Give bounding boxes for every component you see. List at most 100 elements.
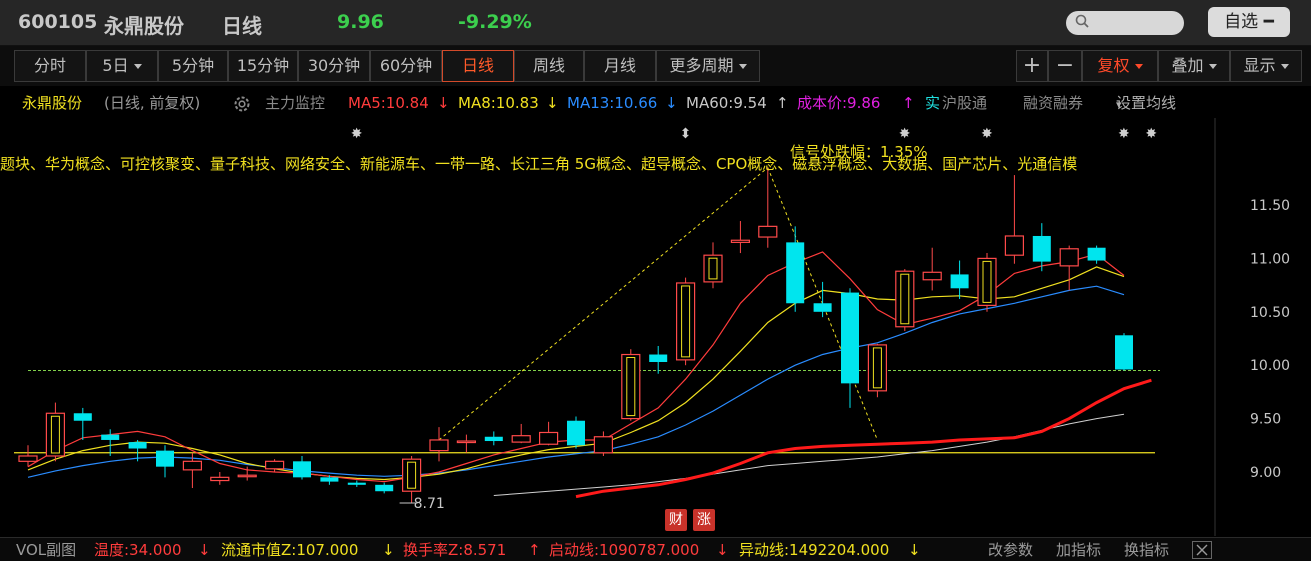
- low-marker-label: 8.71: [414, 496, 445, 512]
- close-icon[interactable]: [1192, 541, 1212, 561]
- arrow-down-icon: ↓: [716, 541, 729, 559]
- set-ma-dropdown[interactable]: 设置均线 ▾: [1116, 88, 1176, 120]
- event-star-icon: ✸: [899, 126, 911, 142]
- candle-down: [813, 303, 832, 312]
- chevron-down-icon: [738, 64, 747, 69]
- candlestick-chart[interactable]: 8.71 ✸ ⬍ ✸ ✸ ✸ ✸ 11.50 11.00 10.50 10.00 9.50 9.00: [0, 118, 1311, 536]
- candle-down: [1115, 335, 1133, 370]
- edit-params-link[interactable]: 改参数: [988, 538, 1033, 561]
- candle-down: [320, 477, 339, 482]
- start-line-value: 启动线:1090787.000: [549, 541, 700, 559]
- main-monitor-link[interactable]: 主力监控: [265, 88, 325, 118]
- search-box[interactable]: [1066, 11, 1184, 35]
- tab-weekly[interactable]: 周线: [514, 50, 584, 82]
- stock-name: 永鼎股份: [104, 14, 184, 38]
- margin-link[interactable]: 融资融券: [1023, 88, 1083, 118]
- price-axis-tick: 9.50: [1250, 412, 1281, 428]
- tab-60min[interactable]: 60分钟: [370, 50, 442, 82]
- price-axis-tick: 11.00: [1250, 251, 1290, 267]
- candle-up: [237, 474, 257, 478]
- price-axis-tick: 10.50: [1250, 305, 1290, 321]
- tab-intraday[interactable]: 分时: [14, 50, 86, 82]
- candle-up: [429, 439, 449, 452]
- arrow-up-icon: ↑: [528, 541, 541, 559]
- candle-up: [867, 344, 888, 392]
- vol-subchart-bar: VOL副图 温度:34.000 ↓ 流通市值Z:107.000 ↓ 换手率Z:8…: [0, 537, 1311, 561]
- switch-indicator-link[interactable]: 换指标: [1124, 538, 1169, 561]
- candle-down: [649, 354, 668, 362]
- candle-up: [402, 458, 422, 492]
- candle-up: [45, 412, 66, 457]
- price-axis-tick: 11.50: [1250, 198, 1290, 214]
- tab-15min[interactable]: 15分钟: [228, 50, 298, 82]
- overlay-dropdown[interactable]: 叠加: [1158, 50, 1230, 82]
- period-label: 日线: [222, 14, 262, 38]
- candle-up: [621, 353, 641, 420]
- candle-down: [1032, 235, 1051, 262]
- ma8-value: MA8:10.83: [458, 94, 539, 112]
- event-star-icon: ⬍: [680, 126, 692, 142]
- arrow-down-icon: ↓: [908, 541, 921, 559]
- zoom-in-button[interactable]: +: [1016, 50, 1048, 82]
- ma60-line: [493, 413, 1125, 496]
- search-icon: [1075, 14, 1089, 28]
- candle-up: [895, 270, 915, 328]
- tab-5min[interactable]: 5分钟: [158, 50, 228, 82]
- set-ma-label: 设置均线: [1116, 94, 1177, 112]
- chevron-down-icon: [1208, 64, 1217, 69]
- finance-badge[interactable]: 财: [665, 509, 687, 531]
- hgt-link[interactable]: 沪股通: [942, 88, 987, 118]
- display-dropdown[interactable]: 显示: [1230, 50, 1302, 82]
- tab-5day[interactable]: 5日: [86, 50, 158, 82]
- last-price: 9.96: [337, 11, 384, 33]
- tab-5day-label: 5日: [102, 56, 129, 75]
- candle-down: [128, 442, 147, 449]
- candle-down: [484, 436, 503, 442]
- tab-30min[interactable]: 30分钟: [298, 50, 370, 82]
- candle-up: [730, 239, 751, 243]
- candle-down: [950, 274, 969, 289]
- arrow-down-icon: ↓: [665, 94, 678, 112]
- chevron-down-icon: [1280, 64, 1289, 69]
- arrow-down-icon: ↓: [546, 94, 559, 112]
- candle-down: [786, 242, 805, 304]
- stock-code: 600105: [18, 11, 98, 33]
- tab-monthly[interactable]: 月线: [584, 50, 656, 82]
- watchlist-button[interactable]: 自选 ━: [1208, 7, 1290, 37]
- indicator-title: 永鼎股份: [22, 94, 83, 112]
- candle-up: [1004, 235, 1025, 256]
- candle-down: [841, 292, 859, 384]
- fuquan-dropdown[interactable]: 复权: [1082, 50, 1158, 82]
- quote-header: 600105 永鼎股份 日线 9.96 -9.29% 自选 ━: [0, 0, 1311, 46]
- zoom-out-button[interactable]: −: [1048, 50, 1082, 82]
- candle-down: [347, 482, 366, 485]
- tab-more-periods[interactable]: 更多周期: [656, 50, 760, 82]
- turnover-value: 换手率Z:8.571: [403, 541, 507, 559]
- arrow-up-icon: ↑: [902, 94, 915, 112]
- signal-annotation: 信号处跌幅：1.35%: [790, 143, 928, 161]
- cost-price-value: 成本价:9.86: [797, 94, 881, 112]
- candle-down: [73, 413, 92, 421]
- candle-up: [210, 476, 230, 482]
- price-axis-tick: 9.00: [1250, 465, 1281, 481]
- chevron-down-icon: [1134, 64, 1143, 69]
- candle-down: [375, 484, 394, 492]
- overlay-label: 叠加: [1171, 56, 1204, 75]
- rise-badge[interactable]: 涨: [693, 509, 715, 531]
- candle-up: [922, 271, 942, 281]
- candle-up: [675, 282, 696, 361]
- price-axis-tick: 10.00: [1250, 358, 1290, 374]
- candle-up: [593, 436, 614, 454]
- change-percent: -9.29%: [458, 11, 532, 33]
- candle-up: [538, 431, 559, 445]
- tab-daily[interactable]: 日线: [442, 50, 514, 82]
- ma-indicator-bar: 永鼎股份 (日线, 前复权) 主力监控 MA5:10.84 ↓ MA8:10.8…: [0, 88, 1311, 118]
- event-star-icon: ✸: [981, 126, 993, 142]
- candle-up: [758, 225, 778, 238]
- candle-down: [567, 420, 585, 446]
- candle-up: [18, 455, 38, 462]
- add-indicator-link[interactable]: 加指标: [1056, 538, 1101, 561]
- move-line-value: 异动线:1492204.000: [739, 541, 890, 559]
- event-star-icon: ✸: [1118, 126, 1130, 142]
- tab-more-label: 更多周期: [669, 56, 734, 75]
